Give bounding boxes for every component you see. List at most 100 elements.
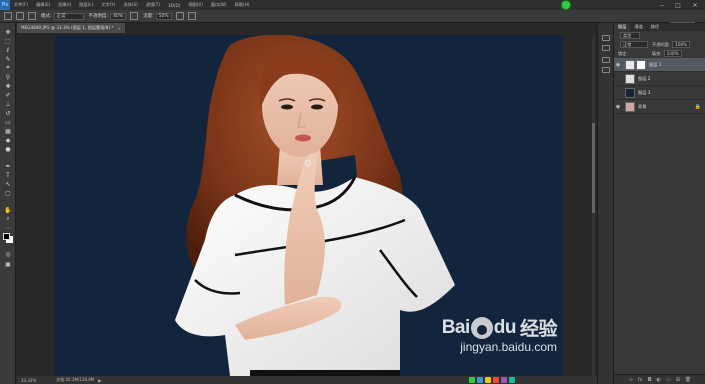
visibility-eye-icon[interactable]: ◉ <box>614 104 622 110</box>
new-group-icon[interactable]: ▭ <box>666 377 671 383</box>
brush-panel-icon[interactable] <box>28 12 36 20</box>
opacity-input[interactable]: 40% <box>110 12 127 20</box>
app-icon[interactable] <box>493 377 499 383</box>
fill-input[interactable]: 100% <box>663 50 682 57</box>
app-icon[interactable] <box>469 377 475 383</box>
tab-layers[interactable]: 图层 <box>614 23 631 31</box>
layer-row[interactable]: 图层 2 <box>614 72 705 86</box>
type-tool-icon[interactable]: T <box>4 172 12 179</box>
mode-select[interactable]: 正常 <box>53 12 84 20</box>
baidu-paw-icon <box>470 316 493 339</box>
menu-file[interactable]: 文件(F) <box>10 2 32 8</box>
app-icon[interactable] <box>485 377 491 383</box>
pen-tool-icon[interactable]: ✒ <box>4 163 12 170</box>
menu-type[interactable]: 文字(Y) <box>97 2 119 8</box>
clone-stamp-tool-icon[interactable]: ⊥ <box>4 101 12 108</box>
history-panel-icon[interactable] <box>602 35 610 41</box>
layer-name: 图层 2 <box>638 75 651 81</box>
layer-row[interactable]: ◉ 背景 🔒 <box>614 100 705 114</box>
menu-edit[interactable]: 编辑(E) <box>32 2 54 8</box>
maximize-button[interactable]: □ <box>672 0 684 10</box>
status-arrow-icon[interactable]: ▶ <box>98 378 101 383</box>
menu-help[interactable]: 帮助(H) <box>231 2 254 8</box>
gradient-tool-icon[interactable]: ▦ <box>4 128 12 135</box>
document-tab[interactable]: MEG4840.JPG @ 33.3% (图层 1, 图层蒙版/8) * × <box>17 23 127 33</box>
new-layer-icon[interactable]: ⊞ <box>676 377 680 383</box>
watermark-cn: 经验 <box>519 319 558 340</box>
menu-image[interactable]: 图像(I) <box>54 2 75 8</box>
layer-filter-row: 类型 <box>614 31 705 40</box>
tool-preset-icon[interactable] <box>4 12 12 20</box>
history-brush-tool-icon[interactable]: ↺ <box>4 110 12 117</box>
options-bar: 模式:正常 不透明度:40% 流量:50% 基本功能 <box>0 10 705 30</box>
pressure-opacity-icon[interactable] <box>130 12 139 20</box>
tab-paths[interactable]: 路径 <box>647 24 663 30</box>
visibility-eye-icon[interactable]: ◉ <box>614 62 622 68</box>
pressure-size-icon[interactable] <box>187 12 196 20</box>
document-info: 文档:42.2M/128.8M <box>56 377 95 382</box>
zoom-tool-icon[interactable]: ⌕ <box>4 215 12 222</box>
app-icon[interactable] <box>501 377 507 383</box>
layer-thumbnail <box>625 73 635 84</box>
app-icon[interactable] <box>477 377 483 383</box>
adjustments-panel-icon[interactable] <box>602 57 610 63</box>
properties-panel-icon[interactable] <box>602 45 610 51</box>
panel-dock-icons <box>597 23 613 384</box>
dodge-tool-icon[interactable]: ● <box>4 146 12 153</box>
styles-panel-icon[interactable] <box>602 67 610 73</box>
add-mask-icon[interactable]: ◘ <box>648 377 652 383</box>
mode-label: 模式: <box>41 14 52 19</box>
blend-mode-select[interactable]: 正常 <box>620 41 648 48</box>
marquee-tool-icon[interactable]: ⬚ <box>4 38 12 45</box>
link-layers-icon[interactable]: ∞ <box>629 377 633 383</box>
layer-mask-thumbnail[interactable] <box>636 59 646 70</box>
layer-name: 背景 <box>638 103 647 109</box>
screen-mode-icon[interactable]: ▣ <box>4 261 12 268</box>
layer-filter-select[interactable]: 类型 <box>620 32 640 39</box>
lock-icon: 🔒 <box>694 103 701 110</box>
layer-thumbnail <box>625 59 635 70</box>
healing-brush-tool-icon[interactable]: ✚ <box>4 83 12 90</box>
eyedropper-tool-icon[interactable]: ⚲ <box>4 74 12 81</box>
shape-tool-icon[interactable]: ▢ <box>4 190 12 197</box>
menu-filter[interactable]: 滤镜(T) <box>142 2 164 8</box>
minimize-button[interactable]: − <box>656 0 668 10</box>
menu-select[interactable]: 选择(S) <box>119 2 141 8</box>
crop-tool-icon[interactable]: ⌗ <box>4 64 12 71</box>
menu-view[interactable]: 视图(V) <box>184 2 207 8</box>
menu-3d[interactable]: 3D(D) <box>164 3 184 8</box>
lock-row: 锁定: 填充: 100% <box>614 49 705 58</box>
layer-row[interactable]: ◉ 图层 1 <box>614 58 705 72</box>
brush-tool-icon[interactable]: ✐ <box>4 92 12 99</box>
lock-label: 锁定: <box>618 50 628 56</box>
lasso-tool-icon[interactable]: ℓ <box>4 47 12 54</box>
tools-panel: ✥ ⬚ ℓ ✎ ⌗ ⚲ ✚ ✐ ⊥ ↺ ▭ ▦ ◆ ● ✒ T ↖ ▢ ✋ ⌕ … <box>0 23 16 384</box>
tab-channels[interactable]: 通道 <box>630 24 646 30</box>
zoom-level[interactable]: 33.33% <box>21 378 36 383</box>
adjustment-layer-icon[interactable]: ◐ <box>657 377 661 383</box>
vertical-scroll-thumb[interactable] <box>592 123 595 213</box>
layer-opacity-input[interactable]: 100% <box>672 41 691 48</box>
path-select-tool-icon[interactable]: ↖ <box>4 181 12 188</box>
brush-preset-icon[interactable] <box>16 12 24 20</box>
move-tool-icon[interactable]: ✥ <box>4 29 12 36</box>
layer-style-icon[interactable]: fx <box>638 377 643 383</box>
more-tools-icon[interactable]: ⋯ <box>4 225 12 232</box>
foreground-color-swatch[interactable] <box>3 233 10 240</box>
flow-label: 流量: <box>143 14 154 19</box>
airbrush-icon[interactable] <box>175 12 184 20</box>
close-window-button[interactable]: ✕ <box>689 0 701 10</box>
delete-layer-icon[interactable]: 🗑 <box>685 377 691 383</box>
flow-input[interactable]: 50% <box>155 12 172 20</box>
quick-select-tool-icon[interactable]: ✎ <box>4 56 12 63</box>
hand-tool-icon[interactable]: ✋ <box>4 207 12 214</box>
layer-row[interactable]: 图层 3 <box>614 86 705 100</box>
layer-name: 图层 3 <box>638 89 651 95</box>
menu-layer[interactable]: 图层(L) <box>75 2 97 8</box>
app-icon[interactable] <box>509 377 515 383</box>
eraser-tool-icon[interactable]: ▭ <box>4 119 12 126</box>
blur-tool-icon[interactable]: ◆ <box>4 137 12 144</box>
menu-window[interactable]: 窗口(W) <box>207 2 231 8</box>
quick-mask-icon[interactable]: ◎ <box>4 251 12 258</box>
close-tab-icon[interactable]: × <box>118 26 122 31</box>
